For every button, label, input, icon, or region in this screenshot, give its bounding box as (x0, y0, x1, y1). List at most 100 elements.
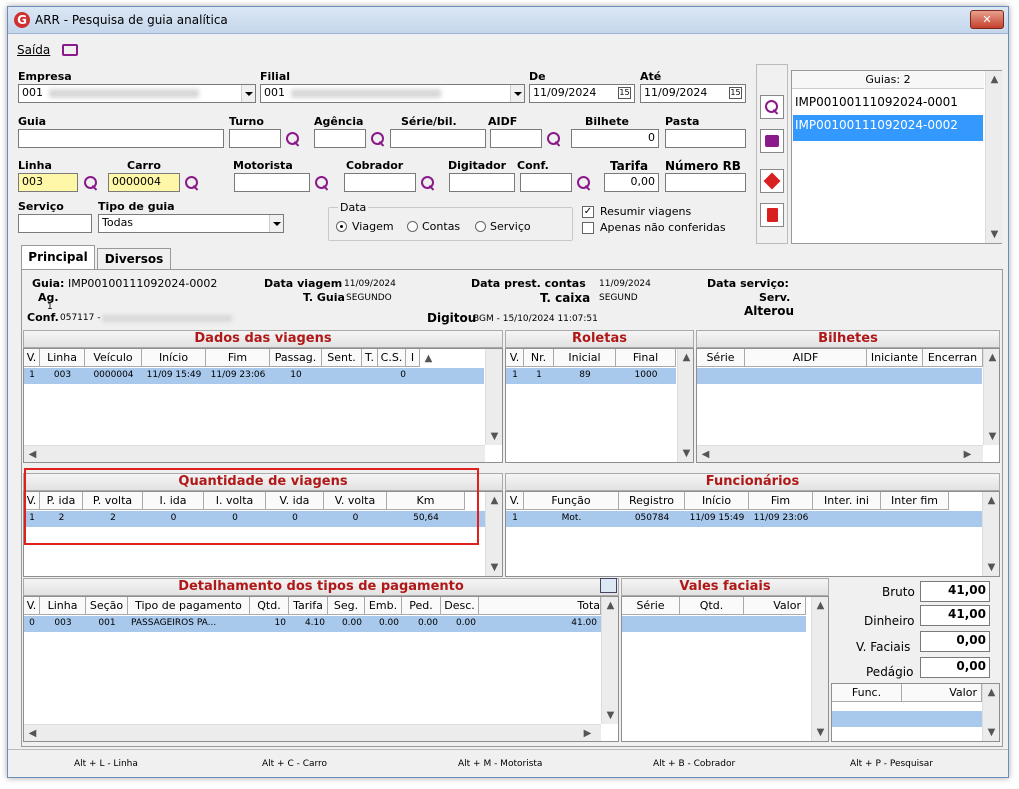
apenas-checkbox[interactable] (582, 222, 594, 234)
close-button[interactable]: ✕ (970, 10, 1004, 29)
guia-item-2[interactable]: IMP00100111092024-0002 (793, 115, 983, 141)
tab-principal[interactable]: Principal (21, 245, 95, 269)
col-seg[interactable]: Seg. (328, 597, 365, 615)
col-tipo[interactable]: Tipo de pagamento (128, 597, 250, 615)
bilhetes-hscroll[interactable]: ◀ ▶ (697, 445, 983, 462)
col-t[interactable]: T. (362, 349, 378, 367)
calendar-icon[interactable]: 15 (729, 87, 742, 99)
chevron-up-icon[interactable]: ▲ (486, 492, 502, 509)
viagens-grid[interactable]: V. Linha Veículo Início Fim Passag. Sent… (23, 348, 503, 463)
pasta-input[interactable] (665, 129, 746, 148)
chevron-down-icon[interactable]: ▼ (486, 428, 502, 445)
qtd-vscroll[interactable]: ▲ ▼ (485, 492, 502, 576)
search-icon[interactable] (420, 175, 436, 191)
chevron-down-icon[interactable] (269, 215, 283, 232)
monitor-icon[interactable] (62, 44, 78, 56)
chevron-down-icon[interactable]: ▼ (986, 226, 1003, 243)
chevron-right-icon[interactable]: ▶ (579, 725, 596, 741)
conf-input[interactable] (520, 173, 572, 192)
chevron-down-icon[interactable]: ▼ (983, 559, 999, 576)
vales-vscroll[interactable]: ▲ ▼ (811, 597, 828, 741)
radio-viagem[interactable] (336, 221, 347, 232)
chevron-down-icon[interactable]: ▼ (812, 724, 828, 741)
roletas-vscroll[interactable]: ▲ ▼ (677, 349, 693, 462)
chevron-up-icon[interactable]: ▲ (420, 350, 437, 367)
table-row[interactable] (832, 711, 982, 727)
turno-input[interactable] (229, 129, 281, 148)
col-inicial[interactable]: Inicial (554, 349, 616, 367)
aidf-input[interactable] (490, 129, 542, 148)
col-desc[interactable]: Desc. (441, 597, 479, 615)
empresa-select[interactable]: 001 (18, 84, 256, 103)
table-row[interactable] (622, 616, 806, 632)
table-row[interactable]: 0 003 001 PASSAGEIROS PA... 10 4.10 0.00… (24, 616, 601, 632)
col-serie[interactable]: Série (622, 597, 680, 615)
chevron-down-icon[interactable]: ▼ (486, 559, 502, 576)
carro-input[interactable]: 0000004 (108, 173, 180, 192)
bilhetes-grid[interactable]: Série AIDF Iniciante Encerran ▲ ▼ ◀ ▶ (696, 348, 1000, 463)
delete-button[interactable] (760, 203, 784, 227)
col-inter-ini[interactable]: Inter. ini (813, 492, 881, 510)
table-row[interactable]: 1 Mot. 050784 11/09 15:49 11/09 23:06 (506, 511, 982, 527)
col-valor[interactable]: Valor (744, 597, 806, 615)
menu-saida[interactable]: Saída (17, 43, 50, 57)
search-icon[interactable] (314, 175, 330, 191)
col-fim[interactable]: Fim (749, 492, 813, 510)
col-inicio[interactable]: Início (685, 492, 749, 510)
serie-input[interactable] (390, 129, 486, 148)
chevron-up-icon[interactable]: ▲ (812, 597, 828, 614)
chevron-up-icon[interactable]: ▲ (983, 684, 999, 701)
guia-input[interactable] (18, 129, 224, 148)
guias-list[interactable]: Guias: 2 IMP00100111092024-0001 IMP00100… (791, 70, 1002, 244)
search-icon[interactable] (370, 131, 386, 147)
bilhetes-vscroll[interactable]: ▲ ▼ (983, 349, 999, 445)
col-ped[interactable]: Ped. (402, 597, 441, 615)
pag-vscroll[interactable]: ▲ ▼ (601, 597, 618, 724)
col-tarifa[interactable]: Tarifa (289, 597, 328, 615)
vales-grid[interactable]: Série Qtd. Valor ▲ ▼ (621, 596, 829, 742)
servico-input[interactable] (18, 214, 92, 233)
chevron-up-icon[interactable]: ▲ (983, 492, 999, 509)
de-date[interactable]: 11/09/2024 15 (529, 84, 635, 103)
col-qtd[interactable]: Qtd. (250, 597, 289, 615)
col-registro[interactable]: Registro (619, 492, 685, 510)
search-icon[interactable] (546, 131, 562, 147)
col-v[interactable]: V. (24, 349, 40, 367)
agencia-input[interactable] (314, 129, 366, 148)
calendar-icon[interactable]: 15 (618, 87, 631, 99)
radio-contas[interactable] (407, 221, 418, 232)
table-row[interactable]: 1 003 0000004 11/09 15:49 11/09 23:06 10… (24, 368, 484, 384)
chevron-up-icon[interactable]: ▲ (678, 349, 693, 366)
guias-scrollbar[interactable]: ▲ ▼ (985, 71, 1002, 243)
col-serie[interactable]: Série (697, 349, 745, 367)
guia-item-1[interactable]: IMP00100111092024-0001 (793, 92, 983, 112)
print-button[interactable] (760, 129, 784, 153)
col-aidf[interactable]: AIDF (745, 349, 867, 367)
col-final[interactable]: Final (616, 349, 676, 367)
chevron-left-icon[interactable]: ◀ (24, 725, 41, 741)
search-icon[interactable] (83, 175, 99, 191)
col-linha[interactable]: Linha (40, 349, 85, 367)
linha-input[interactable]: 003 (18, 173, 78, 192)
report-icon[interactable] (600, 578, 617, 593)
chevron-up-icon[interactable]: ▲ (984, 349, 999, 366)
filial-select[interactable]: 001 (260, 84, 525, 103)
func-grid[interactable]: V. Função Registro Início Fim Inter. ini… (505, 491, 1000, 577)
tarifa-input[interactable]: 0,00 (604, 173, 659, 192)
chevron-down-icon[interactable]: ▼ (983, 724, 999, 741)
col-inicio[interactable]: Início (142, 349, 206, 367)
col-linha[interactable]: Linha (40, 597, 86, 615)
resumir-checkbox[interactable]: ✓ (582, 206, 594, 218)
chevron-down-icon[interactable]: ▼ (678, 445, 693, 462)
col-funcao[interactable]: Função (524, 492, 619, 510)
col-nr[interactable]: Nr. (524, 349, 554, 367)
chevron-down-icon[interactable]: ▼ (984, 428, 999, 445)
chevron-right-icon[interactable]: ▶ (959, 446, 976, 462)
chevron-left-icon[interactable]: ◀ (697, 446, 714, 462)
func-valor-vscroll[interactable]: ▲ ▼ (982, 684, 999, 741)
col-v[interactable]: V. (24, 597, 40, 615)
col-cs[interactable]: C.S. (378, 349, 406, 367)
digitador-input[interactable] (449, 173, 515, 192)
col-secao[interactable]: Seção (86, 597, 128, 615)
chevron-up-icon[interactable]: ▲ (602, 597, 618, 614)
